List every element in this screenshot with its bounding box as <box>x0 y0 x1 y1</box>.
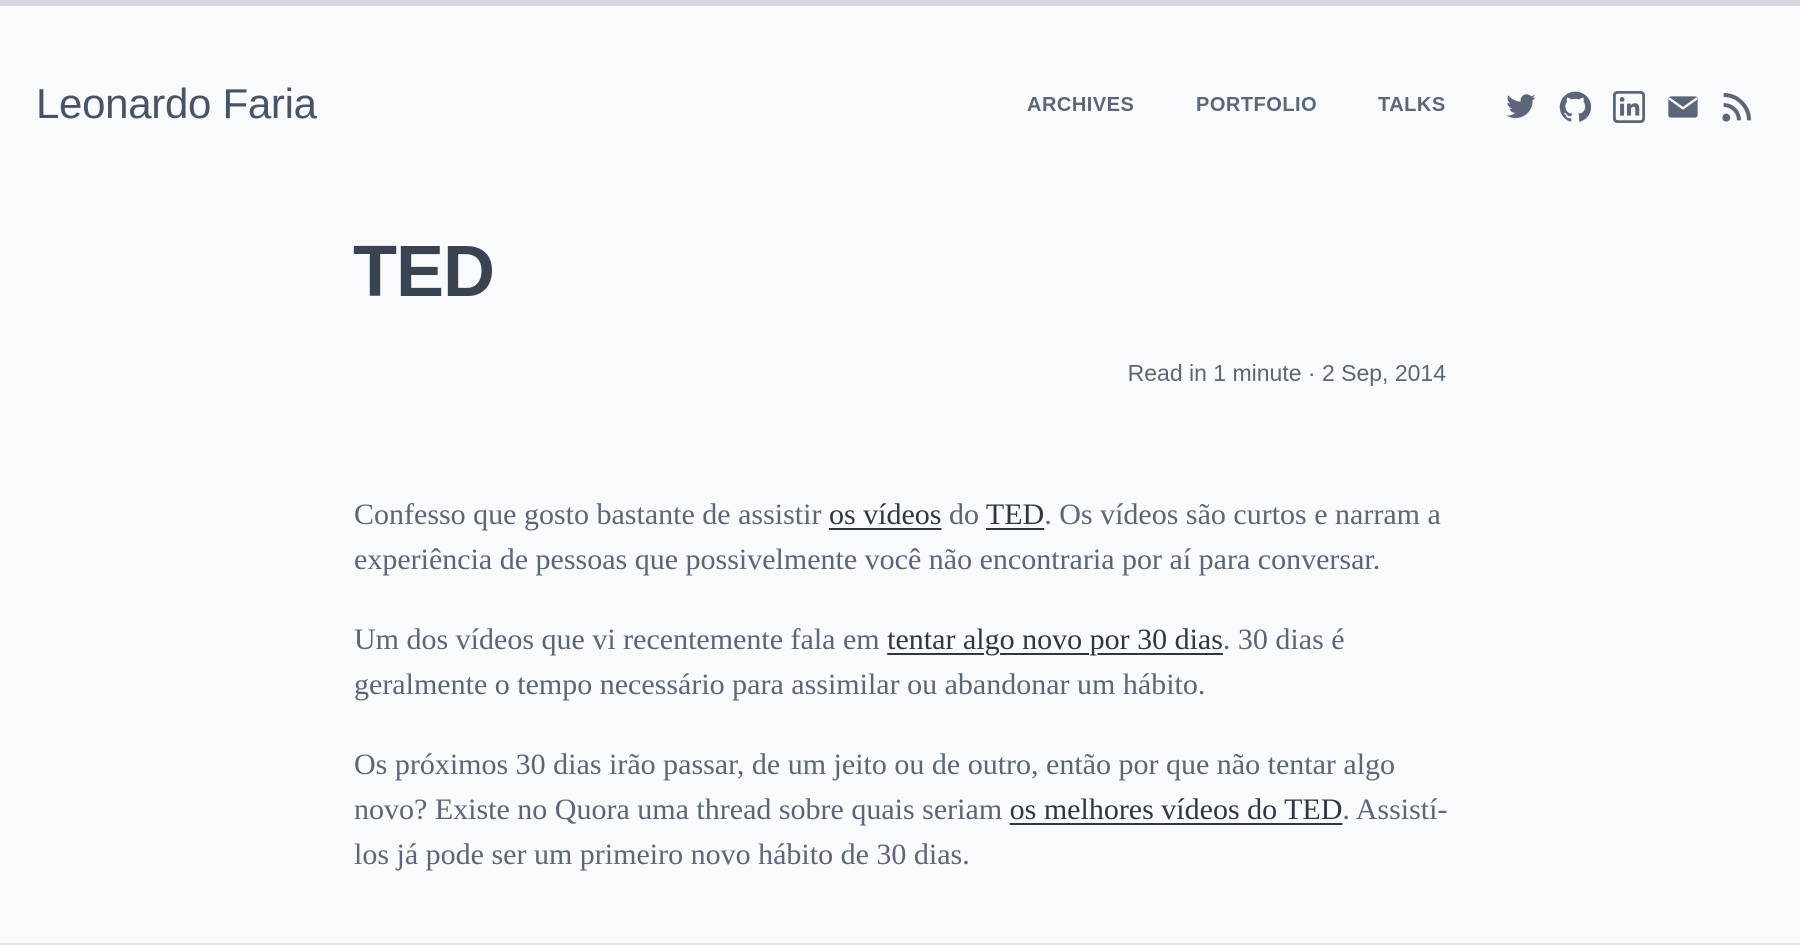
linkedin-icon[interactable] <box>1613 91 1645 123</box>
twitter-icon[interactable] <box>1505 91 1537 123</box>
paragraph-3: Os próximos 30 dias irão passar, de um j… <box>354 742 1449 877</box>
nav-portfolio[interactable]: PORTFOLIO <box>1196 94 1317 117</box>
site-title-link[interactable]: Leonardo Faria <box>36 80 317 128</box>
nav-archives[interactable]: ARCHIVES <box>1027 94 1134 117</box>
nav-talks[interactable]: TALKS <box>1378 94 1446 117</box>
paragraph-text: do <box>941 498 986 531</box>
top-border <box>0 0 1800 6</box>
paragraph-text: Confesso que gosto bastante de assistir <box>354 498 829 531</box>
post-meta: Read in 1 minute · 2 Sep, 2014 <box>1127 360 1446 386</box>
post-title: TED <box>353 232 495 312</box>
rss-icon[interactable] <box>1721 91 1753 123</box>
link-os-videos[interactable]: os vídeos <box>829 498 942 531</box>
link-tentar-algo-novo[interactable]: tentar algo novo por 30 dias <box>887 623 1223 656</box>
github-icon[interactable] <box>1559 91 1591 123</box>
link-ted[interactable]: TED <box>986 498 1044 531</box>
paragraph-2: Um dos vídeos que vi recentemente fala e… <box>354 617 1449 707</box>
link-melhores-videos-ted[interactable]: os melhores vídeos do TED <box>1010 793 1343 826</box>
paragraph-1: Confesso que gosto bastante de assistir … <box>354 492 1449 582</box>
email-icon[interactable] <box>1667 91 1699 123</box>
post-content: Confesso que gosto bastante de assistir … <box>354 492 1449 912</box>
paragraph-text: Um dos vídeos que vi recentemente fala e… <box>354 623 888 656</box>
